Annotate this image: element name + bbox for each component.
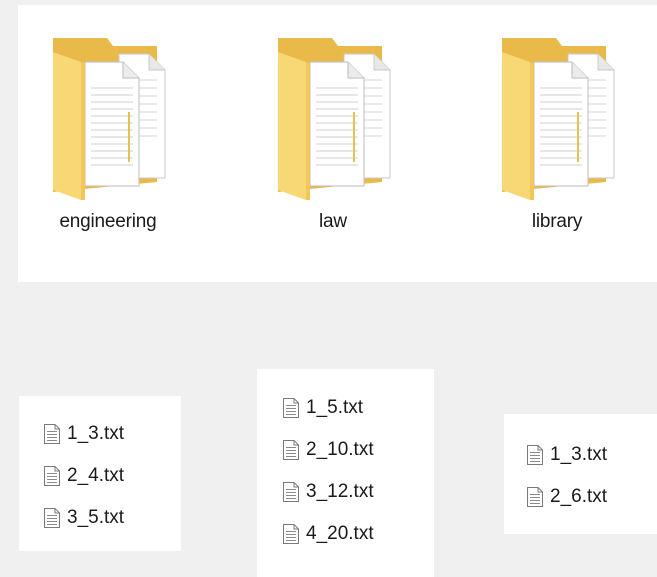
file-name: 4_20.txt xyxy=(306,523,374,544)
file-name: 2_10.txt xyxy=(306,439,374,460)
text-file-icon xyxy=(282,439,300,461)
folder-engineering[interactable]: engineering xyxy=(18,5,198,282)
file-list: 1_3.txt 2_6.txt xyxy=(526,434,607,518)
text-file-icon xyxy=(526,444,544,466)
text-file-icon xyxy=(282,523,300,545)
file-name: 1_5.txt xyxy=(306,397,364,418)
folder-label: law xyxy=(319,211,347,232)
file-list-panel-law: 1_5.txt 2_10.txt 3_12.txt 4_20.txt xyxy=(257,369,434,577)
file-name: 3_5.txt xyxy=(67,507,125,528)
text-file-icon xyxy=(282,481,300,503)
text-file-icon xyxy=(282,397,300,419)
folder-documents-icon xyxy=(270,32,396,203)
list-item[interactable]: 2_10.txt xyxy=(282,429,374,471)
file-list: 1_3.txt 2_4.txt 3_5.txt xyxy=(43,413,124,539)
list-item[interactable]: 2_4.txt xyxy=(43,455,124,497)
folder-documents-icon xyxy=(45,32,171,203)
file-name: 2_6.txt xyxy=(550,486,608,507)
folder-documents-icon xyxy=(494,32,620,203)
text-file-icon xyxy=(526,486,544,508)
file-name: 3_12.txt xyxy=(306,481,374,502)
list-item[interactable]: 1_3.txt xyxy=(43,413,124,455)
folder-law[interactable]: law xyxy=(243,5,423,282)
file-name: 1_3.txt xyxy=(550,444,608,465)
folder-label: engineering xyxy=(59,211,157,232)
folder-library[interactable]: library xyxy=(467,5,647,282)
list-item[interactable]: 3_5.txt xyxy=(43,497,124,539)
text-file-icon xyxy=(43,507,61,529)
file-name: 2_4.txt xyxy=(67,465,125,486)
folders-panel: engineering law library xyxy=(18,5,657,282)
list-item[interactable]: 1_5.txt xyxy=(282,387,374,429)
file-list: 1_5.txt 2_10.txt 3_12.txt 4_20.txt xyxy=(282,387,374,555)
list-item[interactable]: 1_3.txt xyxy=(526,434,607,476)
file-list-panel-engineering: 1_3.txt 2_4.txt 3_5.txt xyxy=(19,396,181,551)
text-file-icon xyxy=(43,465,61,487)
list-item[interactable]: 3_12.txt xyxy=(282,471,374,513)
file-list-panel-library: 1_3.txt 2_6.txt xyxy=(504,414,657,534)
file-name: 1_3.txt xyxy=(67,423,125,444)
list-item[interactable]: 2_6.txt xyxy=(526,476,607,518)
folder-label: library xyxy=(531,211,583,232)
list-item[interactable]: 4_20.txt xyxy=(282,513,374,555)
text-file-icon xyxy=(43,423,61,445)
